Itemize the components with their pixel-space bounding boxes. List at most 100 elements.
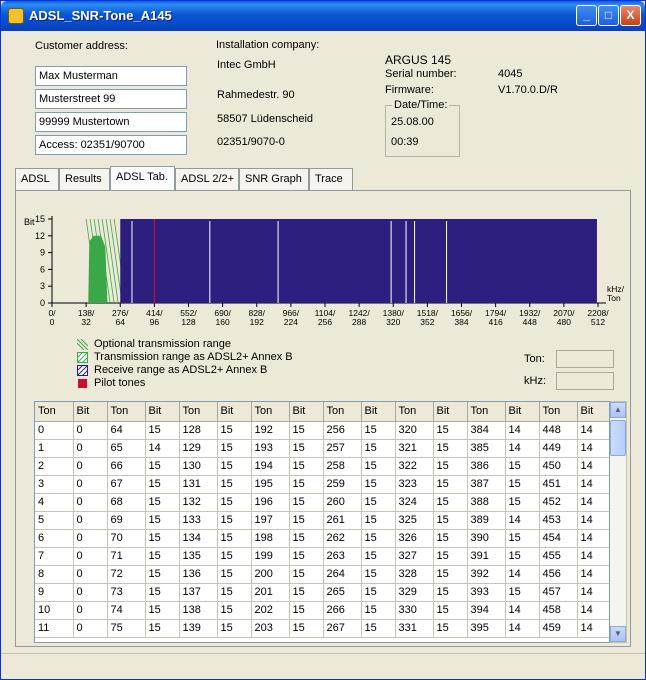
table-row[interactable]: 4 0 68 15 132 15 196 15 260 15 324 15 388 15 452 14 (35, 493, 609, 512)
title-bar[interactable]: ADSL_SNR-Tone_A145 _ □ X (1, 1, 645, 31)
table-row[interactable]: 1 0 65 14 129 15 193 15 257 15 321 15 385 14 449 14 (35, 439, 609, 458)
column-header-bit[interactable]: Bit (73, 402, 108, 422)
scroll-thumb[interactable] (610, 420, 626, 456)
column-header-ton[interactable]: Ton (395, 402, 434, 422)
column-header-ton[interactable]: Ton (467, 402, 506, 422)
cell-bit: 15 (361, 439, 396, 458)
cell-bit: 14 (577, 529, 609, 548)
column-header-bit[interactable]: Bit (361, 402, 396, 422)
cell-bit: 15 (145, 547, 180, 566)
cell-ton: 456 (539, 565, 578, 584)
cell-ton: 455 (539, 547, 578, 566)
date-time-legend: Date/Time: (392, 99, 450, 111)
column-header-ton[interactable]: Ton (35, 402, 74, 422)
tab-results[interactable]: Results (59, 168, 110, 190)
cell-bit: 14 (577, 547, 609, 566)
cell-ton: 0 (35, 421, 74, 440)
cell-ton: 386 (467, 457, 506, 476)
tab-adsl[interactable]: ADSL (15, 168, 59, 190)
cell-bit: 15 (289, 565, 324, 584)
column-header-ton[interactable]: Ton (323, 402, 362, 422)
scroll-down-arrow-icon[interactable]: ▼ (610, 626, 626, 642)
cell-ton: 261 (323, 511, 362, 530)
cell-ton: 321 (395, 439, 434, 458)
cell-ton: 263 (323, 547, 362, 566)
customer-street-field[interactable]: Musterstreet 99 (35, 89, 187, 109)
cell-ton: 202 (251, 601, 290, 620)
minimize-button[interactable]: _ (576, 5, 597, 26)
column-header-bit[interactable]: Bit (577, 402, 609, 422)
column-header-bit[interactable]: Bit (289, 402, 324, 422)
cell-bit: 0 (73, 601, 108, 620)
cell-bit: 14 (505, 619, 540, 638)
cell-bit: 0 (73, 583, 108, 602)
tab-snr-graph[interactable]: SNR Graph (239, 168, 309, 190)
column-header-bit[interactable]: Bit (433, 402, 468, 422)
cell-ton: 384 (467, 421, 506, 440)
tab-trace[interactable]: Trace (309, 168, 353, 190)
cell-bit: 15 (361, 529, 396, 548)
cell-bit: 14 (505, 421, 540, 440)
table-row[interactable]: 5 0 69 15 133 15 197 15 261 15 325 15 389 14 453 14 (35, 511, 609, 530)
cell-ton: 325 (395, 511, 434, 530)
table-row[interactable]: 11 0 75 15 139 15 203 15 267 15 331 15 395 14 459 14 (35, 619, 609, 638)
table-row[interactable]: 6 0 70 15 134 15 198 15 262 15 326 15 390 15 454 14 (35, 529, 609, 548)
cell-bit: 15 (145, 511, 180, 530)
cell-bit: 15 (505, 547, 540, 566)
cell-ton: 9 (35, 583, 74, 602)
table-row[interactable]: 8 0 72 15 136 15 200 15 264 15 328 15 392 14 456 14 (35, 565, 609, 584)
cell-bit: 0 (73, 529, 108, 548)
x-tick-label-ton: 448 (523, 317, 537, 327)
column-header-ton[interactable]: Ton (107, 402, 146, 422)
cell-bit: 15 (217, 439, 252, 458)
cell-ton: 394 (467, 601, 506, 620)
customer-access-field[interactable]: Access: 02351/90700 (35, 135, 187, 155)
table-scrollbar[interactable]: ▲ ▼ (610, 401, 627, 643)
table-row[interactable]: 7 0 71 15 135 15 199 15 263 15 327 15 391 15 455 14 (35, 547, 609, 566)
customer-city-field[interactable]: 99999 Mustertown (35, 112, 187, 132)
tone-bit-table[interactable]: Ton Bit Ton Bit Ton Bit Ton Bit Ton Bit Ton Bit Ton B… (34, 401, 610, 643)
cell-bit: 15 (505, 493, 540, 512)
column-header-bit[interactable]: Bit (145, 402, 180, 422)
red-square-icon (78, 379, 87, 388)
tab-adsl-tab[interactable]: ADSL Tab. (110, 166, 175, 190)
cell-bit: 15 (217, 457, 252, 476)
table-row[interactable]: 10 0 74 15 138 15 202 15 266 15 330 15 394 14 458 14 (35, 601, 609, 620)
cell-bit: 15 (433, 601, 468, 620)
table-row[interactable]: 2 0 66 15 130 15 194 15 258 15 322 15 386 15 450 14 (35, 457, 609, 476)
maximize-button[interactable]: □ (598, 5, 619, 26)
scroll-up-arrow-icon[interactable]: ▲ (610, 402, 626, 418)
cell-ton: 454 (539, 529, 578, 548)
time-value: 00:39 (391, 136, 419, 148)
cell-bit: 14 (505, 601, 540, 620)
close-button[interactable]: X (620, 5, 641, 26)
tab-adsl-2-2plus[interactable]: ADSL 2/2+ (175, 168, 239, 190)
cell-ton: 71 (107, 547, 146, 566)
column-header-bit[interactable]: Bit (217, 402, 252, 422)
column-header-ton[interactable]: Ton (251, 402, 290, 422)
cell-bit: 0 (73, 493, 108, 512)
cell-ton: 320 (395, 421, 434, 440)
column-header-ton[interactable]: Ton (179, 402, 218, 422)
cell-ton: 451 (539, 475, 578, 494)
cell-bit: 15 (145, 421, 180, 440)
table-row[interactable]: 3 0 67 15 131 15 195 15 259 15 323 15 387 15 451 14 (35, 475, 609, 494)
ton-readout-field (556, 350, 614, 368)
cell-bit: 15 (361, 475, 396, 494)
cell-ton: 201 (251, 583, 290, 602)
cell-bit: 15 (145, 583, 180, 602)
cell-bit: 15 (145, 601, 180, 620)
table-row[interactable]: 9 0 73 15 137 15 201 15 265 15 329 15 393 15 457 14 (35, 583, 609, 602)
cell-ton: 459 (539, 619, 578, 638)
x-tick-label-ton: 32 (81, 317, 91, 327)
customer-name-field[interactable]: Max Musterman (35, 66, 187, 86)
cell-bit: 15 (217, 511, 252, 530)
cell-ton: 132 (179, 493, 218, 512)
cell-ton: 66 (107, 457, 146, 476)
cell-bit: 15 (433, 619, 468, 638)
table-row[interactable]: 0 0 64 15 128 15 192 15 256 15 320 15 384 14 448 14 (35, 421, 609, 440)
column-header-ton[interactable]: Ton (539, 402, 578, 422)
serial-number-label: Serial number: (385, 68, 457, 80)
column-header-bit[interactable]: Bit (505, 402, 540, 422)
cell-bit: 14 (577, 565, 609, 584)
